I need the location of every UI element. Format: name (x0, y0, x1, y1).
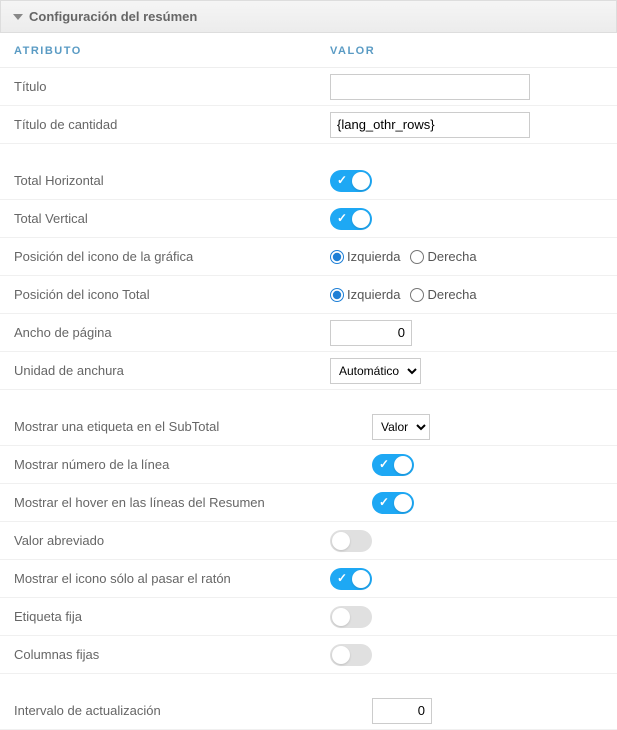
row-ancho-pagina: Ancho de página (0, 314, 617, 352)
toggle-mostrar-num-linea[interactable]: ✓ (372, 454, 414, 476)
row-mostrar-icono-raton: Mostrar el icono sólo al pasar el ratón … (0, 560, 617, 598)
toggle-knob (352, 570, 370, 588)
toggle-knob (394, 456, 412, 474)
toggle-total-vertical[interactable]: ✓ (330, 208, 372, 230)
row-titulo: Título (0, 68, 617, 106)
toggle-mostrar-icono-raton[interactable]: ✓ (330, 568, 372, 590)
header-valor: VALOR (330, 45, 617, 57)
label-unidad-anchura: Unidad de anchura (0, 363, 330, 378)
radio-total-izquierda[interactable] (330, 288, 344, 302)
label-ancho-pagina: Ancho de página (0, 325, 330, 340)
toggle-knob (332, 532, 350, 550)
label-mostrar-num-linea: Mostrar número de la línea (0, 457, 330, 472)
label-mostrar-icono-raton: Mostrar el icono sólo al pasar el ratón (0, 571, 330, 586)
header-atributo: ATRIBUTO (0, 45, 330, 57)
radio-total-derecha[interactable] (410, 288, 424, 302)
row-titulo-cantidad: Título de cantidad (0, 106, 617, 144)
label-intervalo-actualizacion: Intervalo de actualización (0, 703, 330, 718)
row-total-vertical: Total Vertical ✓ (0, 200, 617, 238)
toggle-etiqueta-fija[interactable] (330, 606, 372, 628)
row-pos-icono-total: Posición del icono Total Izquierda Derec… (0, 276, 617, 314)
row-mostrar-hover: Mostrar el hover en las líneas del Resum… (0, 484, 617, 522)
label-etiqueta-fija: Etiqueta fija (0, 609, 330, 624)
radio-grafica-derecha-label[interactable]: Derecha (410, 249, 476, 264)
row-mostrar-etiqueta-subtotal: Mostrar una etiqueta en el SubTotal Valo… (0, 408, 617, 446)
radio-group-grafica: Izquierda Derecha (330, 249, 485, 264)
radio-grafica-derecha[interactable] (410, 250, 424, 264)
toggle-valor-abreviado[interactable] (330, 530, 372, 552)
input-intervalo-actualizacion[interactable] (372, 698, 432, 724)
select-unidad-anchura[interactable]: Automático (330, 358, 421, 384)
radio-grafica-izquierda[interactable] (330, 250, 344, 264)
spacer (0, 674, 617, 692)
collapse-icon (13, 14, 23, 20)
label-mostrar-hover: Mostrar el hover en las líneas del Resum… (0, 495, 330, 510)
label-titulo: Título (0, 79, 330, 94)
column-headers: ATRIBUTO VALOR (0, 33, 617, 68)
panel-header[interactable]: Configuración del resúmen (0, 0, 617, 33)
label-valor-abreviado: Valor abreviado (0, 533, 330, 548)
label-columnas-fijas: Columnas fijas (0, 647, 330, 662)
toggle-knob (332, 646, 350, 664)
row-total-horizontal: Total Horizontal ✓ (0, 162, 617, 200)
row-valor-abreviado: Valor abreviado (0, 522, 617, 560)
spacer (0, 144, 617, 162)
radio-total-derecha-label[interactable]: Derecha (410, 287, 476, 302)
toggle-columnas-fijas[interactable] (330, 644, 372, 666)
row-etiqueta-fija: Etiqueta fija (0, 598, 617, 636)
select-mostrar-etiqueta-subtotal[interactable]: Valor (372, 414, 430, 440)
row-pos-icono-grafica: Posición del icono de la gráfica Izquier… (0, 238, 617, 276)
radio-group-total: Izquierda Derecha (330, 287, 485, 302)
label-total-horizontal: Total Horizontal (0, 173, 330, 188)
panel-title: Configuración del resúmen (29, 9, 197, 24)
spacer (0, 390, 617, 408)
toggle-knob (352, 210, 370, 228)
toggle-mostrar-hover[interactable]: ✓ (372, 492, 414, 514)
check-icon: ✓ (337, 211, 347, 225)
check-icon: ✓ (379, 495, 389, 509)
label-titulo-cantidad: Título de cantidad (0, 117, 330, 132)
row-unidad-anchura: Unidad de anchura Automático (0, 352, 617, 390)
row-columnas-fijas: Columnas fijas (0, 636, 617, 674)
label-total-vertical: Total Vertical (0, 211, 330, 226)
input-titulo[interactable] (330, 74, 530, 100)
input-titulo-cantidad[interactable] (330, 112, 530, 138)
row-mostrar-num-linea: Mostrar número de la línea ✓ (0, 446, 617, 484)
input-ancho-pagina[interactable] (330, 320, 412, 346)
label-pos-icono-total: Posición del icono Total (0, 287, 330, 302)
radio-grafica-izquierda-label[interactable]: Izquierda (330, 249, 400, 264)
toggle-total-horizontal[interactable]: ✓ (330, 170, 372, 192)
check-icon: ✓ (337, 173, 347, 187)
radio-total-izquierda-label[interactable]: Izquierda (330, 287, 400, 302)
toggle-knob (332, 608, 350, 626)
label-pos-icono-grafica: Posición del icono de la gráfica (0, 249, 330, 264)
row-intervalo-actualizacion: Intervalo de actualización (0, 692, 617, 730)
toggle-knob (352, 172, 370, 190)
label-mostrar-etiqueta-subtotal: Mostrar una etiqueta en el SubTotal (0, 419, 330, 434)
check-icon: ✓ (379, 457, 389, 471)
toggle-knob (394, 494, 412, 512)
check-icon: ✓ (337, 571, 347, 585)
